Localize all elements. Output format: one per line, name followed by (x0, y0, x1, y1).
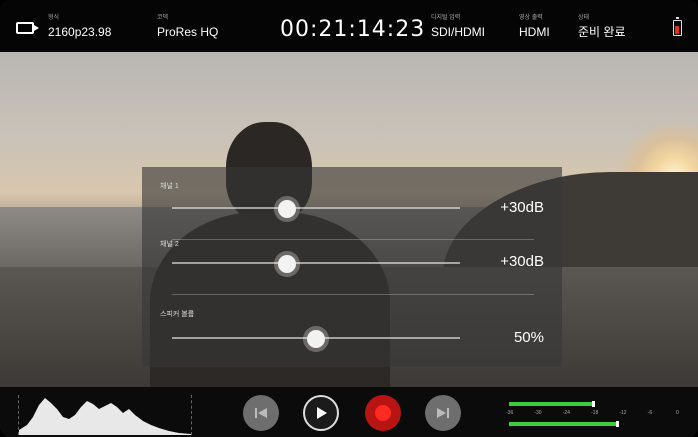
previous-clip-button[interactable] (243, 395, 279, 431)
meter-scale-tick: -24 (562, 410, 570, 416)
meter-scale-tick: -6 (647, 410, 653, 416)
camera-icon[interactable] (16, 22, 39, 34)
next-clip-button[interactable] (425, 395, 461, 431)
skip-next-icon (437, 408, 449, 418)
channel-1-value: +30dB (500, 199, 544, 216)
record-status[interactable]: 상태 준비 완료 (578, 14, 626, 40)
speaker-volume-label: 스피커 볼륨 (160, 311, 195, 318)
audio-meter-ch2-peak (615, 421, 619, 427)
meter-scale-tick: -30 (534, 410, 542, 416)
channel-2-row: 채널 2 +30dB (142, 235, 562, 295)
channel-2-slider-track[interactable] (172, 262, 460, 264)
status-value: 준비 완료 (578, 25, 626, 39)
codec-status[interactable]: 코덱 ProRes HQ (157, 14, 218, 40)
output-status[interactable]: 영상 출력 HDMI (519, 14, 550, 40)
meter-scale-tick: -18 (591, 410, 599, 416)
channel-2-label: 채널 2 (160, 241, 179, 248)
status-bar: 형식 2160p23.98 코덱 ProRes HQ 00:21:14:23 디… (0, 0, 698, 52)
meter-scale-tick: -12 (619, 410, 627, 416)
channel-1-slider-knob[interactable] (278, 200, 297, 218)
timecode-display[interactable]: 00:21:14:23 (280, 17, 425, 42)
meter-scale-tick: 0 (676, 410, 679, 416)
format-label: 형식 (48, 15, 60, 21)
audio-meters[interactable]: -36 -30 -24 -18 -12 -6 0 (505, 396, 685, 432)
histogram[interactable] (18, 395, 192, 435)
audio-meter-ch1 (509, 402, 594, 406)
audio-meter-ch2 (509, 422, 618, 426)
skip-previous-icon (255, 408, 267, 418)
format-value: 2160p23.98 (48, 25, 112, 39)
input-label: 디지털 입력 (431, 15, 461, 21)
channel-2-slider-knob[interactable] (278, 255, 297, 273)
speaker-volume-row: 스피커 볼륨 50% (142, 305, 562, 365)
codec-label: 코덱 (157, 15, 169, 21)
divider (172, 294, 534, 295)
play-button[interactable] (303, 395, 339, 431)
output-value: HDMI (519, 25, 550, 39)
status-label: 상태 (578, 15, 590, 21)
input-status[interactable]: 디지털 입력 SDI/HDMI (431, 14, 485, 40)
record-button[interactable] (365, 395, 401, 431)
monitor-screen: 형식 2160p23.98 코덱 ProRes HQ 00:21:14:23 디… (0, 0, 698, 437)
channel-2-value: +30dB (500, 253, 544, 270)
channel-1-row: 채널 1 +30dB (142, 177, 562, 237)
output-label: 영상 출력 (519, 15, 543, 21)
channel-1-label: 채널 1 (160, 183, 179, 190)
play-icon (317, 407, 327, 419)
format-status[interactable]: 형식 2160p23.98 (48, 14, 111, 40)
channel-1-slider-track[interactable] (172, 207, 460, 209)
audio-settings-panel: 채널 1 +30dB 채널 2 +30dB 스피커 볼륨 50% (142, 167, 562, 367)
meter-scale-tick: -36 (506, 410, 514, 416)
audio-meter-ch1-peak (592, 401, 595, 407)
record-icon (375, 405, 391, 421)
codec-value: ProRes HQ (157, 25, 219, 39)
battery-icon[interactable] (673, 17, 682, 36)
input-value: SDI/HDMI (431, 25, 485, 39)
speaker-volume-value: 50% (513, 329, 544, 346)
speaker-volume-slider-knob[interactable] (307, 330, 325, 348)
